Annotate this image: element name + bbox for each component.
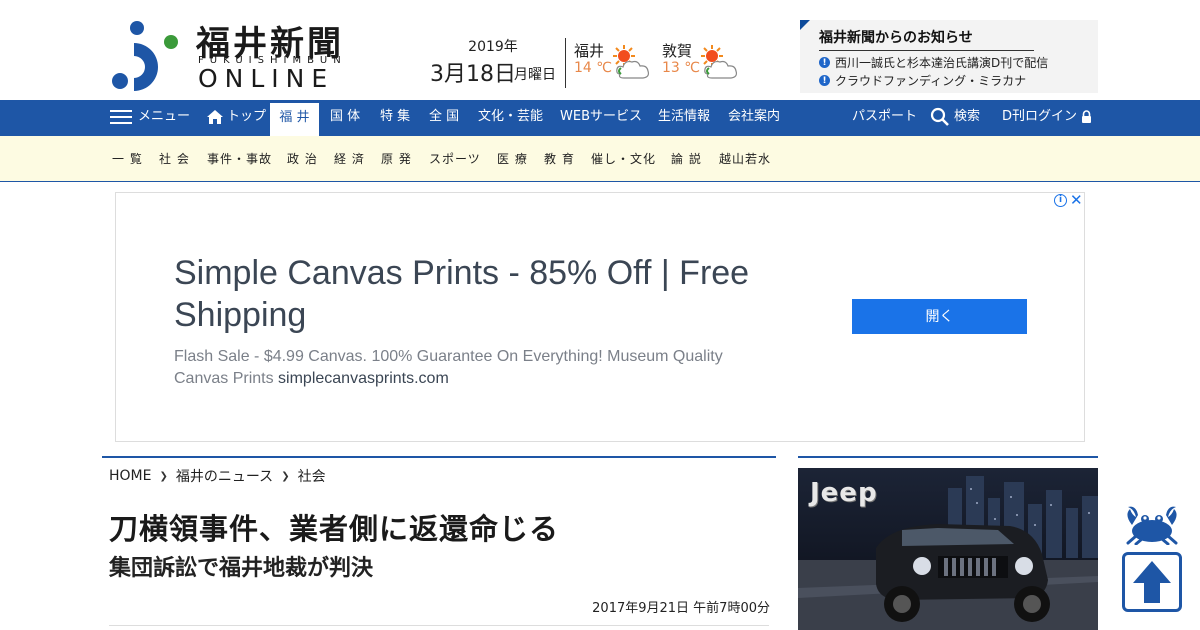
sunny-then-cloudy-icon (701, 45, 738, 79)
login-button[interactable]: D刊ログイン (1002, 100, 1092, 136)
info-icon: ! (819, 75, 830, 86)
jeep-logo: Jeep (810, 478, 878, 508)
subnav-item-events[interactable]: 催し・文化 (591, 136, 656, 182)
nav-item-company[interactable]: 会社案内 (728, 100, 780, 136)
subnav-item-editorial[interactable]: 論 説 (671, 136, 702, 182)
sunny-then-cloudy-icon (613, 45, 650, 79)
weather-temp-tsuruga: 13 ℃ (662, 60, 700, 76)
notice-item[interactable]: ! クラウドファンディング・ミラカナ (819, 72, 1026, 89)
scroll-to-top-button[interactable] (1122, 552, 1182, 612)
nav-item-tokushu[interactable]: 特 集 (380, 100, 410, 136)
search-button[interactable]: 検索 (930, 100, 980, 136)
weather-divider (565, 38, 566, 88)
nav-item-kokutai[interactable]: 国 体 (330, 100, 360, 136)
main-nav: メニュー トップ 福 井 国 体 特 集 全 国 文化・芸能 WEBサービス 生… (0, 100, 1200, 136)
notice-flag (800, 20, 810, 30)
nav-top-label: トップ (227, 109, 267, 124)
article-subhead: 集団訴訟で福井地裁が判決 (109, 556, 374, 581)
menu-label: メニュー (138, 109, 191, 124)
date-year: 2019年 (468, 39, 518, 55)
subnav-item-incidents[interactable]: 事件・事故 (207, 136, 272, 182)
breadcrumb-fukui-news[interactable]: 福井のニュース (176, 466, 273, 486)
ad-close-icon[interactable]: ✕ (1070, 191, 1083, 209)
search-label: 検索 (954, 109, 981, 124)
article-divider (109, 625, 769, 626)
home-icon (207, 109, 223, 124)
crab-mascot-icon (1126, 506, 1178, 545)
sub-nav: 一 覧 社 会 事件・事故 政 治 経 済 原 発 スポーツ 医 療 教 育 催… (0, 136, 1200, 182)
notice-item[interactable]: ! 西川一誠氏と杉本達治氏講演D刊で配信 (819, 54, 1048, 71)
ad-open-button[interactable]: 開く (852, 299, 1027, 334)
subnav-item-list[interactable]: 一 覧 (112, 136, 143, 182)
nav-item-life-info[interactable]: 生活情報 (658, 100, 710, 136)
ad-domain[interactable]: simplecanvasprints.com (278, 370, 449, 387)
date-month-day: 3月18日 (430, 62, 516, 87)
info-icon: ! (819, 57, 830, 68)
ad-headline[interactable]: Simple Canvas Prints - 85% Off | Free Sh… (174, 252, 794, 336)
lock-icon (1082, 110, 1092, 123)
nav-item-zenkoku[interactable]: 全 国 (429, 100, 459, 136)
logo-mark[interactable] (112, 20, 182, 92)
notice-title: 福井新聞からのお知らせ (819, 27, 1034, 51)
date-weekday: 月曜日 (514, 67, 556, 83)
breadcrumb-society[interactable]: 社会 (298, 466, 326, 486)
subnav-item-politics[interactable]: 政 治 (287, 136, 318, 182)
subnav-item-sports[interactable]: スポーツ (429, 136, 481, 182)
arrow-up-icon (1133, 561, 1171, 603)
weather-city-fukui: 福井 (574, 42, 605, 60)
ad-info-icon[interactable]: i (1054, 194, 1067, 207)
weather-temp-fukui: 14 ℃ (574, 60, 612, 76)
login-label: D刊ログイン (1002, 109, 1078, 124)
breadcrumb: HOME ❯ 福井のニュース ❯ 社会 (109, 466, 326, 486)
hamburger-icon (110, 109, 132, 124)
article-date: 2017年9月21日 午前7時00分 (592, 601, 770, 616)
subnav-item-medical[interactable]: 医 療 (497, 136, 528, 182)
article-top-rule (102, 456, 776, 458)
notice-item-label: クラウドファンディング・ミラカナ (835, 74, 1027, 88)
nav-item-culture[interactable]: 文化・芸能 (478, 100, 543, 136)
subnav-item-society[interactable]: 社 会 (159, 136, 190, 182)
menu-button[interactable]: メニュー (110, 100, 190, 136)
article-headline: 刀横領事件、業者側に返還命じる (109, 512, 560, 546)
passport-link[interactable]: パスポート (852, 100, 917, 136)
breadcrumb-home[interactable]: HOME (109, 468, 151, 484)
subnav-item-etsuzan[interactable]: 越山若水 (719, 136, 771, 182)
chevron-right-icon: ❯ (159, 470, 168, 482)
subnav-item-economy[interactable]: 経 済 (334, 136, 365, 182)
sidebar-top-rule (798, 456, 1098, 458)
logo-online: ONLINE (198, 64, 335, 93)
nav-item-web-service[interactable]: WEBサービス (560, 100, 642, 136)
subnav-item-nuclear[interactable]: 原 発 (381, 136, 412, 182)
weather-city-tsuruga: 敦賀 (662, 42, 693, 60)
nav-item-top[interactable]: トップ (206, 100, 266, 136)
nav-item-fukui[interactable]: 福 井 (270, 103, 319, 136)
search-icon (930, 107, 949, 126)
notice-item-label: 西川一誠氏と杉本達治氏講演D刊で配信 (835, 56, 1049, 70)
ad-description: Flash Sale - $4.99 Canvas. 100% Guarante… (174, 346, 774, 390)
subnav-item-education[interactable]: 教 育 (544, 136, 575, 182)
chevron-right-icon: ❯ (281, 470, 290, 482)
